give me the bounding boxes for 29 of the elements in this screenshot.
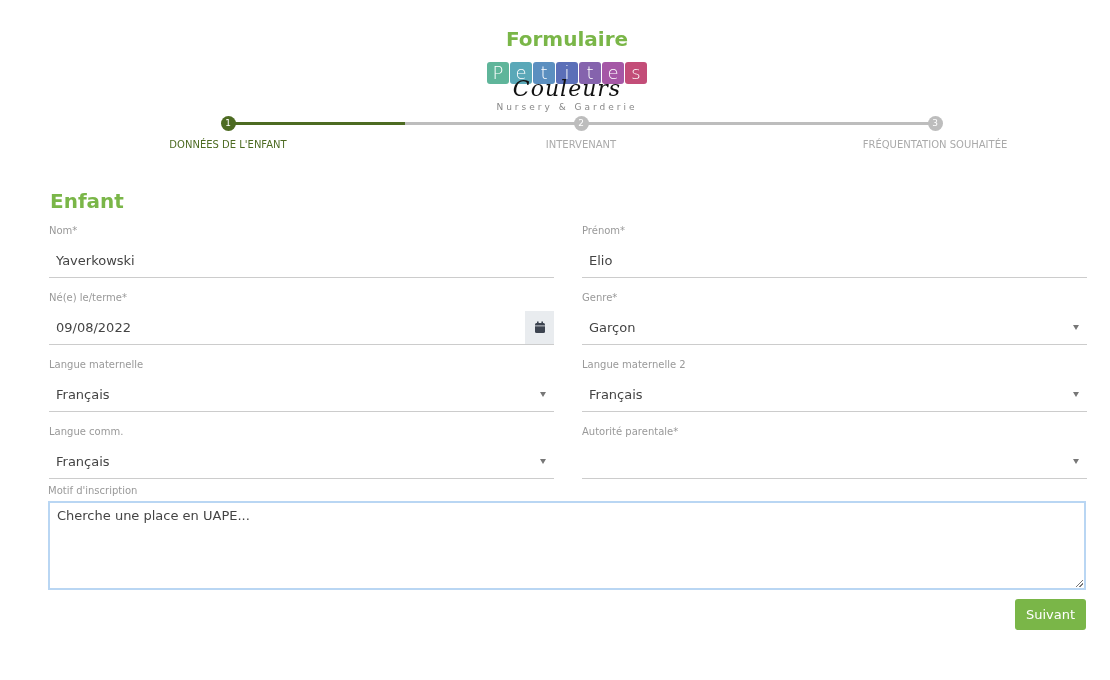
select-field[interactable]: Français xyxy=(582,378,1087,412)
caret-icon xyxy=(540,392,546,397)
caret-icon xyxy=(1073,325,1079,330)
text-area[interactable]: Cherche une place en UAPE... xyxy=(48,501,1086,590)
calendar-icon xyxy=(533,321,546,334)
select-field[interactable]: Garçon xyxy=(582,311,1087,345)
field-label: Langue comm. xyxy=(49,425,124,439)
calendar-button[interactable] xyxy=(525,311,554,344)
caret-icon xyxy=(540,459,546,464)
field-label: Langue maternelle 2 xyxy=(582,358,686,372)
input-field[interactable]: Elio xyxy=(582,244,1087,278)
step-number[interactable]: 1 xyxy=(220,116,236,131)
input-field[interactable]: Yaverkowski xyxy=(49,244,554,278)
select-field[interactable]: Français xyxy=(49,378,554,412)
caret-icon xyxy=(1073,392,1079,397)
form-title: Formulaire xyxy=(504,26,630,52)
field-label: Prénom* xyxy=(582,224,626,238)
select-field[interactable]: Français xyxy=(49,445,554,479)
field-label: Motif d'inscription xyxy=(48,485,138,496)
field-label: Né(e) le/terme* xyxy=(49,291,127,305)
resize-grip-icon xyxy=(1076,580,1083,587)
field-label: Nom* xyxy=(49,224,78,238)
field-label: Genre* xyxy=(582,291,618,305)
section-title: Enfant xyxy=(50,188,125,214)
step-label[interactable]: DONNÉES DE L'ENFANT xyxy=(169,139,287,150)
field-label: Autorité parentale* xyxy=(582,425,679,439)
field-label: Langue maternelle xyxy=(49,358,144,372)
caret-icon xyxy=(1073,459,1079,464)
input-field[interactable]: 09/08/2022 xyxy=(49,311,554,345)
